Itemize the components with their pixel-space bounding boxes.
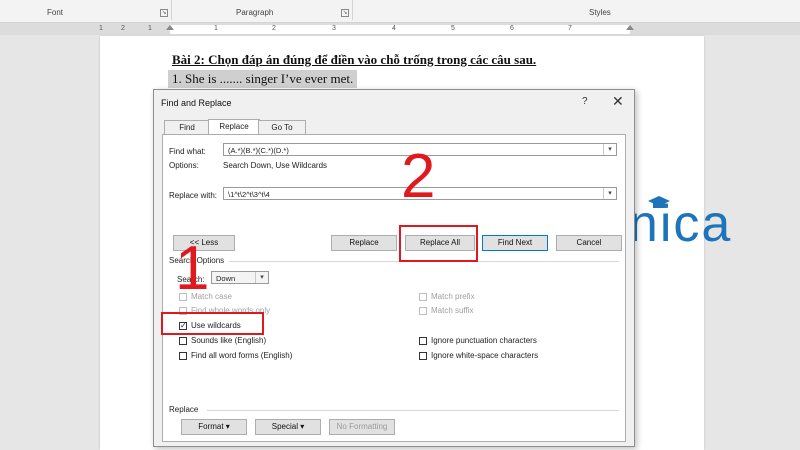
- ruler-tick: 7: [568, 25, 572, 32]
- match-suffix-checkbox[interactable]: [419, 307, 427, 315]
- divider: [207, 410, 619, 411]
- tab-find[interactable]: Find: [164, 120, 210, 134]
- ribbon-bar: Font ↘ Paragraph ↘ Styles: [0, 0, 800, 23]
- find-replace-dialog: Find and Replace ? ✕ Find Replace Go To …: [153, 89, 635, 447]
- ribbon-separator: [171, 0, 172, 20]
- font-dialog-launcher-icon[interactable]: ↘: [160, 9, 168, 17]
- special-button[interactable]: Special ▾: [255, 419, 321, 435]
- find-next-button[interactable]: Find Next: [482, 235, 548, 251]
- ignore-punctuation-checkbox[interactable]: [419, 337, 427, 345]
- word-forms-label: Find all word forms (English): [191, 351, 293, 360]
- find-what-label: Find what:: [169, 147, 206, 156]
- replace-with-label: Replace with:: [169, 191, 218, 200]
- highlight-box-use-wildcards: [161, 312, 264, 335]
- ruler-tick: 3: [332, 25, 336, 32]
- match-prefix-checkbox[interactable]: [419, 293, 427, 301]
- document-selected-line: 1. She is ....... singer I’ve ever met.: [168, 70, 358, 88]
- options-label: Options:: [169, 161, 199, 170]
- ignore-punctuation-label: Ignore punctuation characters: [431, 336, 537, 345]
- ruler-text-area: [170, 25, 630, 34]
- ribbon-group-paragraph[interactable]: Paragraph: [236, 8, 273, 17]
- paragraph-dialog-launcher-icon[interactable]: ↘: [341, 9, 349, 17]
- search-direction-value: Down: [216, 274, 236, 283]
- match-prefix-label: Match prefix: [431, 292, 475, 301]
- right-indent-marker-icon[interactable]: [626, 25, 634, 30]
- chevron-down-icon[interactable]: ▾: [255, 272, 268, 283]
- sounds-like-checkbox[interactable]: [179, 337, 187, 345]
- ignore-whitespace-checkbox[interactable]: [419, 352, 427, 360]
- replace-button[interactable]: Replace: [331, 235, 397, 251]
- ruler-tick: 1: [214, 25, 218, 32]
- ruler-tick: 1: [148, 25, 152, 32]
- find-what-value: (A.*)(B.*)(C.*)(D.*): [228, 146, 289, 155]
- ruler-tick: 4: [392, 25, 396, 32]
- step-number-2: 2: [401, 142, 436, 211]
- ruler-tick: 2: [272, 25, 276, 32]
- replace-with-value: \1^t\2^t\3^t\4: [228, 190, 270, 199]
- match-suffix-label: Match suffix: [431, 306, 474, 315]
- ribbon-group-styles[interactable]: Styles: [589, 8, 611, 17]
- options-value: Search Down, Use Wildcards: [223, 161, 328, 170]
- ruler-tick: 2: [121, 25, 125, 32]
- help-icon[interactable]: ?: [582, 96, 588, 107]
- highlight-box-replace-all: [399, 225, 478, 262]
- horizontal-ruler[interactable]: 1 2 1 1 2 3 4 5 6 7: [0, 23, 800, 35]
- ribbon-separator: [352, 0, 353, 20]
- tab-replace[interactable]: Replace: [208, 119, 260, 134]
- replace-tab-panel: Find what: (A.*)(B.*)(C.*)(D.*) ▾ Option…: [162, 134, 626, 442]
- no-formatting-button[interactable]: No Formatting: [329, 419, 395, 435]
- ruler-tick: 6: [510, 25, 514, 32]
- logo-letters-nica: nica: [628, 195, 733, 253]
- word-forms-checkbox[interactable]: [179, 352, 187, 360]
- dialog-title: Find and Replace: [161, 98, 232, 108]
- step-number-1: 1: [175, 234, 210, 303]
- cancel-button[interactable]: Cancel: [556, 235, 622, 251]
- sounds-like-label: Sounds like (English): [191, 336, 267, 345]
- format-button[interactable]: Format ▾: [181, 419, 247, 435]
- graduation-cap-icon: [648, 196, 670, 208]
- chevron-down-icon[interactable]: ▾: [603, 144, 616, 155]
- ignore-whitespace-label: Ignore white-space characters: [431, 351, 539, 360]
- document-heading: Bài 2: Chọn đáp án đúng để điền vào chỗ …: [172, 52, 537, 67]
- indent-marker-icon[interactable]: [166, 25, 174, 30]
- tab-go-to[interactable]: Go To: [258, 120, 306, 134]
- ribbon-group-font[interactable]: Font: [47, 8, 63, 17]
- close-icon[interactable]: ✕: [612, 93, 624, 110]
- ruler-tick: 5: [451, 25, 455, 32]
- chevron-down-icon[interactable]: ▾: [603, 188, 616, 199]
- replace-section-label: Replace: [169, 405, 199, 414]
- search-direction-select[interactable]: Down ▾: [211, 271, 269, 284]
- ruler-tick: 1: [99, 25, 103, 32]
